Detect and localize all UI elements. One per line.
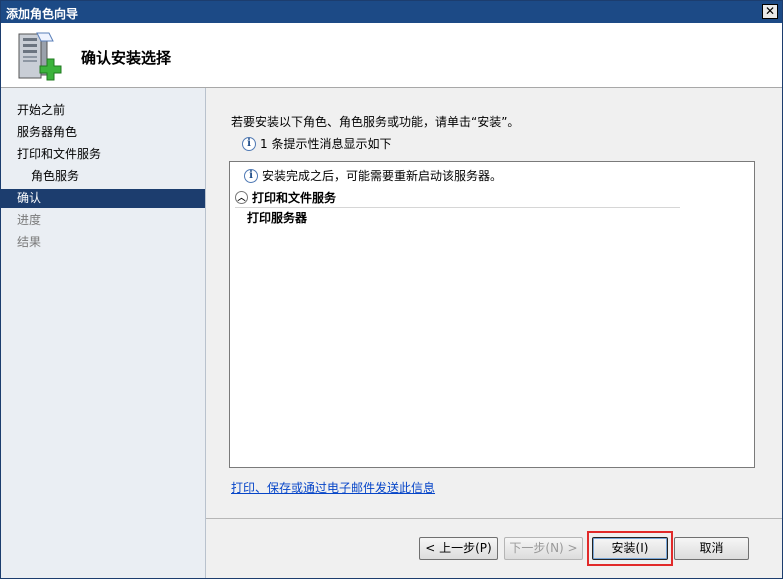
server-add-icon [18, 32, 62, 81]
section-title: 打印和文件服务 [252, 191, 337, 205]
restart-note-text: 安装完成之后，可能需要重新启动该服务器。 [262, 169, 503, 183]
confirmation-list[interactable]: i 安装完成之后，可能需要重新启动该服务器。 ︿ 打印和文件服务 打印服务器 [229, 161, 755, 468]
window-title: 添加角色向导 [6, 7, 79, 21]
next-button: 下一步(N) > [504, 537, 583, 560]
sidebar-item-progress: 进度 [17, 213, 42, 227]
section-print-file-services: ︿ 打印和文件服务 [235, 189, 680, 208]
main-content: 若要安装以下角色、角色服务或功能，请单击“安装”。 i1 条提示性消息显示如下 … [206, 88, 782, 518]
list-item: 打印服务器 [247, 211, 308, 225]
collapse-icon[interactable]: ︿ [235, 191, 248, 204]
sidebar-item-role-services[interactable]: 角色服务 [1, 167, 205, 186]
info-count-text: 1 条提示性消息显示如下 [260, 137, 392, 151]
info-icon: i [244, 168, 258, 183]
close-button[interactable]: ✕ [762, 4, 778, 19]
install-highlight-box [587, 531, 673, 566]
restart-note: i 安装完成之后，可能需要重新启动该服务器。 [244, 167, 502, 184]
sidebar-item-results: 结果 [17, 235, 42, 249]
sidebar-item-confirm[interactable]: 确认 [1, 189, 205, 208]
page-title: 确认安装选择 [81, 49, 172, 67]
back-button[interactable]: < 上一步(P) [419, 537, 498, 560]
title-bar[interactable]: 添加角色向导 ✕ [1, 1, 782, 23]
cancel-button[interactable]: 取消 [674, 537, 749, 560]
close-icon: ✕ [764, 4, 776, 18]
wizard-window: 添加角色向导 ✕ 确认安装选择 开始之前 服务器角色 打印和文件服务 角色服务 … [0, 0, 783, 579]
intro-text: 若要安装以下角色、角色服务或功能，请单击“安装”。 [231, 115, 520, 129]
sidebar-item-before-you-begin[interactable]: 开始之前 [1, 101, 205, 120]
wizard-steps-sidebar: 开始之前 服务器角色 打印和文件服务 角色服务 确认 进度 结果 [1, 88, 206, 578]
info-icon: i [242, 136, 256, 151]
sidebar-item-print-file-services[interactable]: 打印和文件服务 [1, 145, 205, 164]
print-save-email-link[interactable]: 打印、保存或通过电子邮件发送此信息 [231, 479, 435, 496]
sidebar-item-server-roles[interactable]: 服务器角色 [1, 123, 205, 142]
wizard-footer: < 上一步(P) 下一步(N) > 安装(I) 取消 [206, 518, 782, 578]
wizard-header: 确认安装选择 [1, 23, 782, 88]
info-count-line: i 1 条提示性消息显示如下 [242, 135, 391, 152]
